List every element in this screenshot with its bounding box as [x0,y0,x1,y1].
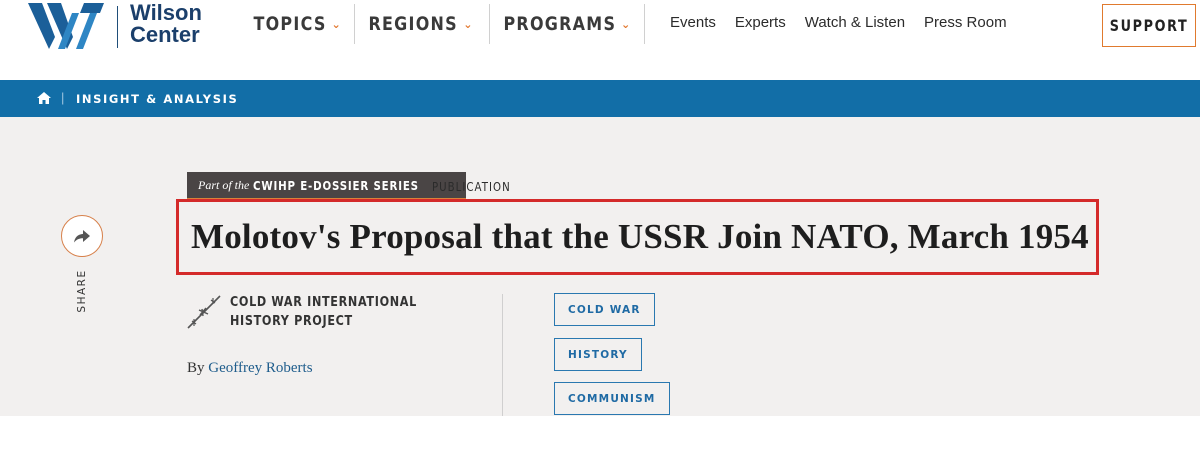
nav-programs[interactable]: PROGRAMS ⌄ [490,4,630,44]
share-button[interactable] [61,215,103,257]
share-label: SHARE [76,269,88,313]
nav-link-experts[interactable]: Experts [735,14,786,31]
publication-type: PUBLICATION [432,180,511,194]
series-tag[interactable]: Part of the CWIHP E-DOSSIER SERIES [187,172,466,201]
nav-divider [644,4,645,44]
home-icon[interactable] [37,92,51,104]
main-nav: TOPICS ⌄ REGIONS ⌄ PROGRAMS ⌄ [240,0,645,48]
page-title: Molotov's Proposal that the USSR Join NA… [191,217,1089,256]
tag-label: COLD WAR [568,303,641,316]
nav-link-press-room[interactable]: Press Room [924,14,1007,31]
logo-divider [117,6,118,48]
series-prefix: Part of the [198,177,250,192]
column-divider [502,294,503,416]
byline: By Geoffrey Roberts [187,360,313,377]
nav-link-events[interactable]: Events [670,14,716,31]
site-header: Wilson Center TOPICS ⌄ REGIONS ⌄ PROGRAM… [0,0,1200,80]
program-link[interactable]: COLD WAR INTERNATIONAL HISTORY PROJECT [187,292,477,332]
nav-topics[interactable]: TOPICS ⌄ [240,4,340,44]
tag-label: COMMUNISM [568,392,656,405]
nav-link-watch-listen[interactable]: Watch & Listen [805,14,905,31]
tag-label: HISTORY [568,348,628,361]
logo-wordmark: Wilson Center [130,0,202,47]
series-name: CWIHP E-DOSSIER SERIES [253,177,420,193]
secondary-nav: Events Experts Watch & Listen Press Room [670,14,1007,31]
byline-prefix: By [187,360,205,376]
tag-communism[interactable]: COMMUNISM [554,382,670,415]
nav-regions[interactable]: REGIONS ⌄ [355,4,472,44]
wilson-center-logo[interactable]: Wilson Center [28,2,202,50]
nav-regions-label: REGIONS [368,13,458,35]
barbed-wire-icon [187,295,221,329]
support-button-label: SUPPORT [1109,16,1189,35]
title-highlight-box: Molotov's Proposal that the USSR Join NA… [176,199,1099,275]
breadcrumb-separator: | [61,90,65,105]
program-name: COLD WAR INTERNATIONAL HISTORY PROJECT [230,294,417,329]
author-link[interactable]: Geoffrey Roberts [208,360,312,376]
support-button[interactable]: SUPPORT [1102,4,1196,47]
share-arrow-icon [74,229,90,242]
nav-topics-label: TOPICS [253,13,327,35]
wilson-center-w-icon [28,3,104,49]
chevron-down-icon: ⌄ [462,17,474,31]
nav-programs-label: PROGRAMS [503,13,617,35]
breadcrumb: | INSIGHT & ANALYSIS [0,80,1200,117]
article-hero: Part of the CWIHP E-DOSSIER SERIES PUBLI… [0,117,1200,416]
tag-history[interactable]: HISTORY [554,338,642,371]
breadcrumb-insight-analysis[interactable]: INSIGHT & ANALYSIS [76,92,238,106]
tag-cold-war[interactable]: COLD WAR [554,293,655,326]
chevron-down-icon: ⌄ [331,17,343,31]
chevron-down-icon: ⌄ [621,17,632,31]
